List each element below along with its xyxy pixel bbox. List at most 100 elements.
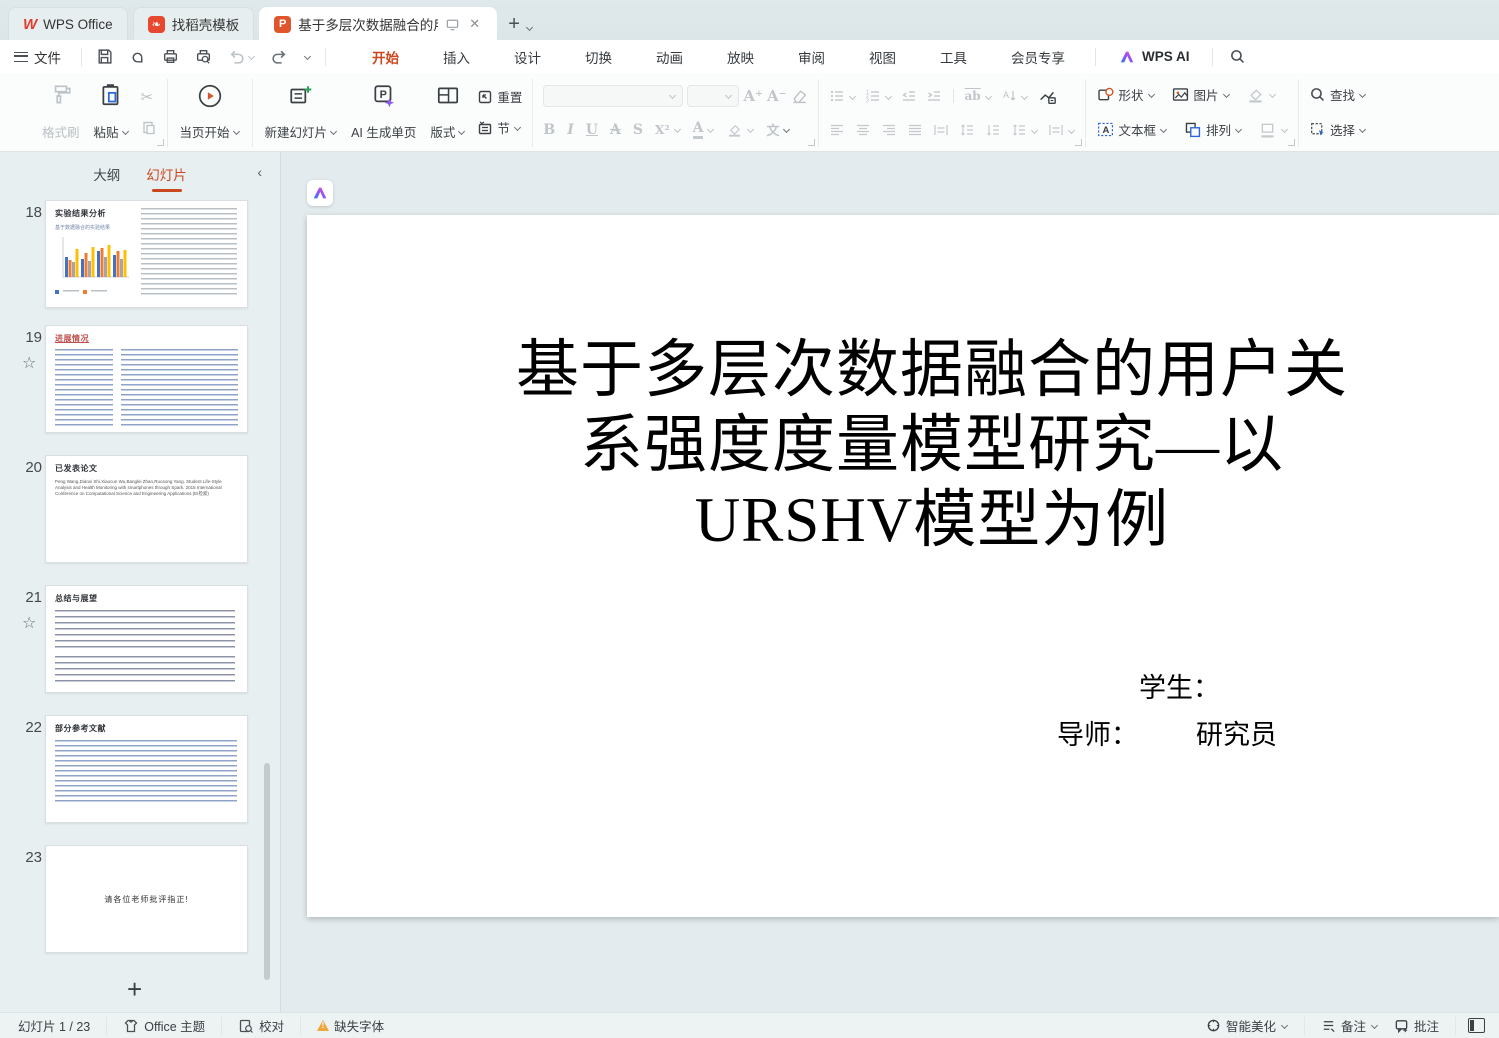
dialog-launcher-icon[interactable] xyxy=(808,139,815,146)
slide-thumbnail-18[interactable]: 18 实验结果分析 基于数据融合的实验结果 xyxy=(0,200,281,312)
slide-title-text[interactable]: 基于多层次数据融合的用户关 系强度度量模型研究—以 URSHV模型为例 xyxy=(467,333,1397,558)
thumbnail-card[interactable]: 实验结果分析 基于数据融合的实验结果 xyxy=(45,200,248,308)
dialog-launcher-icon[interactable] xyxy=(1075,139,1082,146)
panel-scrollbar[interactable] xyxy=(264,763,270,980)
print-icon[interactable] xyxy=(162,48,179,65)
export-icon[interactable] xyxy=(129,48,146,65)
panel-layout-toggle-icon[interactable] xyxy=(1468,1018,1485,1033)
undo-button[interactable] xyxy=(228,48,255,65)
tab-wps-office[interactable]: W WPS Office xyxy=(8,7,128,40)
section-button[interactable]: 节 xyxy=(477,118,522,137)
current-slide[interactable]: 基于多层次数据融合的用户关 系强度度量模型研究—以 URSHV模型为例 学生： … xyxy=(307,215,1499,917)
pinyin-button[interactable]: 文 xyxy=(766,120,790,139)
ai-generate-page-button[interactable]: AI 生成单页 xyxy=(349,79,418,147)
tab-member[interactable]: 会员专享 xyxy=(989,40,1087,74)
new-tab-button[interactable]: + xyxy=(508,14,520,34)
shapes-button[interactable]: 形状 xyxy=(1096,85,1155,104)
font-name-combobox[interactable] xyxy=(543,85,683,107)
decrease-indent-icon[interactable] xyxy=(901,88,917,104)
tab-home[interactable]: 开始 xyxy=(350,40,421,74)
tab-insert[interactable]: 插入 xyxy=(421,40,492,74)
layout-button[interactable]: 版式 xyxy=(428,79,467,147)
cut-icon[interactable]: ✂ xyxy=(141,88,157,106)
tab-tools[interactable]: 工具 xyxy=(918,40,989,74)
thumbnail-card[interactable]: 已发表论文 Peng Wang,Dianxi Shi,Xiaocun Wu,Ba… xyxy=(45,455,248,563)
underline-icon[interactable]: U xyxy=(586,122,598,138)
align-center-icon[interactable] xyxy=(855,122,871,138)
strikethrough-icon[interactable]: A xyxy=(610,122,621,138)
tab-design[interactable]: 设计 xyxy=(492,40,563,74)
collapse-panel-icon[interactable]: ‹ xyxy=(257,164,262,180)
missing-fonts-button[interactable]: 缺失字体 xyxy=(309,1016,392,1035)
theme-button[interactable]: Office 主题 xyxy=(115,1016,213,1035)
thumbnail-card[interactable]: 部分参考文献 xyxy=(45,715,248,823)
highlight-button[interactable] xyxy=(726,121,754,138)
tab-slides-view[interactable]: 幻灯片 xyxy=(146,160,187,188)
hamburger-menu-icon[interactable] xyxy=(14,52,28,62)
tab-view[interactable]: 视图 xyxy=(847,40,918,74)
text-shadow-icon[interactable]: S xyxy=(633,122,643,138)
increase-font-icon[interactable]: A⁺ xyxy=(743,87,763,105)
thumbnail-card[interactable]: 请各位老师批评指正! xyxy=(45,845,248,953)
wps-ai-floating-button[interactable] xyxy=(307,180,333,206)
slide-thumbnail-22[interactable]: 22 部分参考文献 xyxy=(0,715,281,827)
bullet-list-button[interactable] xyxy=(829,88,856,104)
comments-button[interactable]: 批注 xyxy=(1386,1016,1447,1035)
quickbar-chevron-icon[interactable] xyxy=(304,53,311,60)
paragraph-spacing-button[interactable] xyxy=(1048,122,1075,138)
bold-icon[interactable]: B xyxy=(543,122,555,138)
increase-indent-icon[interactable] xyxy=(926,88,942,104)
tab-review[interactable]: 审阅 xyxy=(776,40,847,74)
decrease-font-icon[interactable]: A⁻ xyxy=(767,87,787,105)
font-color-button[interactable]: A xyxy=(693,120,715,139)
line-spacing-down-icon[interactable] xyxy=(985,122,1001,138)
slide-thumbnail-20[interactable]: 20 已发表论文 Peng Wang,Dianxi Shi,Xiaocun Wu… xyxy=(0,455,281,567)
convert-to-smartart-icon[interactable] xyxy=(1037,86,1057,106)
text-direction-button[interactable] xyxy=(1001,88,1028,104)
shape-outline-button[interactable] xyxy=(1258,120,1288,139)
italic-icon[interactable]: I xyxy=(567,122,574,138)
find-button[interactable]: 查找 xyxy=(1309,85,1366,104)
notes-toggle-button[interactable]: 备注 xyxy=(1313,1016,1386,1035)
justify-icon[interactable] xyxy=(907,122,923,138)
wps-ai-button[interactable]: WPS AI xyxy=(1104,48,1204,66)
copy-icon[interactable] xyxy=(141,120,157,136)
tab-docer-templates[interactable]: ❧ 找稻壳模板 xyxy=(133,7,255,40)
tab-outline-view[interactable]: 大纲 xyxy=(93,160,120,188)
smart-beautify-button[interactable]: 智能美化 xyxy=(1198,1016,1296,1035)
tab-slideshow[interactable]: 放映 xyxy=(705,40,776,74)
slide-thumbnail-21[interactable]: 21 ☆ 总结与展望 xyxy=(0,585,281,697)
tab-animation[interactable]: 动画 xyxy=(634,40,705,74)
thumbnail-card[interactable]: 总结与展望 xyxy=(45,585,248,693)
arrange-button[interactable]: 排列 xyxy=(1183,120,1242,139)
dialog-launcher-icon[interactable] xyxy=(1288,139,1295,146)
paste-button[interactable]: 粘贴 xyxy=(92,79,131,147)
search-icon[interactable] xyxy=(1229,48,1246,65)
align-left-icon[interactable] xyxy=(829,122,845,138)
slide-thumbnail-23[interactable]: 23 请各位老师批评指正! xyxy=(0,845,281,957)
tab-current-presentation[interactable]: P 基于多层次数据融合的用户关 ✕ xyxy=(259,7,497,40)
clear-format-icon[interactable] xyxy=(791,87,808,104)
play-from-current-button[interactable]: 当页开始 xyxy=(178,79,242,147)
textbox-button[interactable]: 文本框 xyxy=(1096,120,1168,139)
new-slide-button[interactable]: 新建幻灯片 xyxy=(263,79,340,147)
tab-list-chevron-icon[interactable] xyxy=(526,24,533,31)
numbered-list-button[interactable] xyxy=(865,88,892,104)
slide-thumbnail-19[interactable]: 19 ☆ 进展情况 xyxy=(0,325,281,437)
close-tab-icon[interactable]: ✕ xyxy=(467,16,482,32)
format-painter-button[interactable]: 格式刷 xyxy=(40,79,82,147)
add-slide-button[interactable]: + xyxy=(127,974,142,1005)
line-spacing-button[interactable] xyxy=(1011,122,1038,138)
line-spacing-up-icon[interactable] xyxy=(959,122,975,138)
reset-button[interactable]: 重置 xyxy=(477,87,522,106)
thumbnail-card[interactable]: 进展情况 xyxy=(45,325,248,433)
proofread-button[interactable]: 校对 xyxy=(230,1016,292,1035)
print-preview-icon[interactable] xyxy=(195,48,212,65)
redo-icon[interactable] xyxy=(271,48,288,65)
font-size-combobox[interactable] xyxy=(687,85,739,107)
save-icon[interactable] xyxy=(96,48,113,65)
distribute-text-icon[interactable] xyxy=(933,122,949,138)
slide-credits-text[interactable]: 学生： 导师：研究员 xyxy=(1057,665,1457,759)
char-spacing-button[interactable]: ab xyxy=(965,89,992,103)
superscript-icon[interactable]: X² xyxy=(655,123,670,137)
